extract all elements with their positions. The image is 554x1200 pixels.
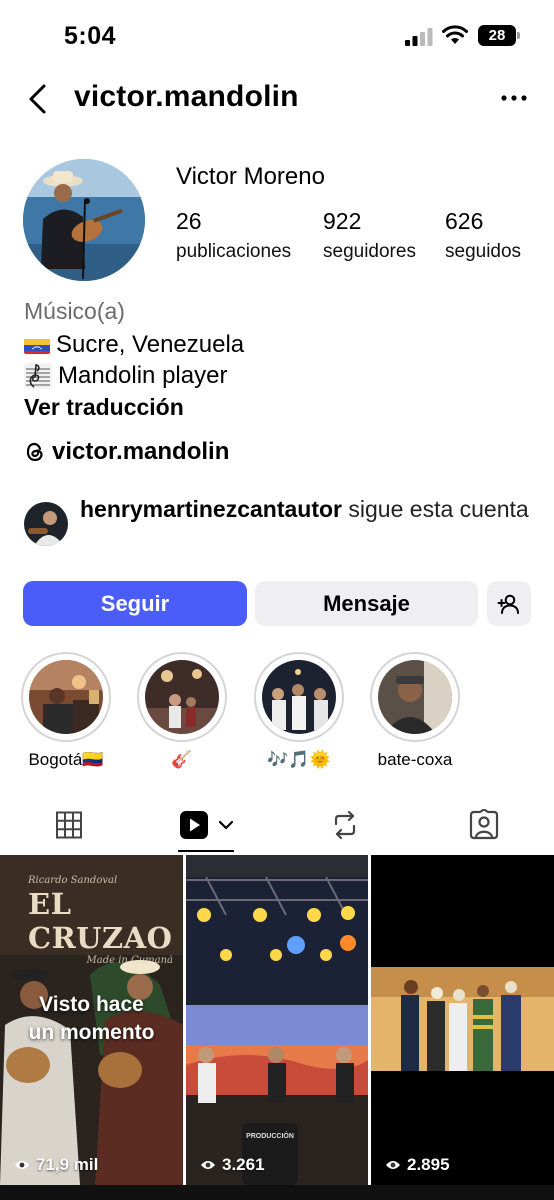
reel-poster-title: Ricardo Sandoval EL CRUZAO Made in Cuman… [28, 875, 183, 966]
story-highlight-bate-coxa[interactable]: bate-coxa [370, 652, 460, 770]
reel-thumbnail[interactable]: 2.895 [371, 855, 554, 1185]
venezuela-flag-icon [24, 336, 50, 354]
stat-followers-count: 922 [323, 208, 362, 234]
profile-header: victor.mandolin [0, 72, 554, 128]
see-translation-link[interactable]: Ver traducción [24, 394, 534, 421]
eye-icon [15, 1161, 29, 1169]
profile-category: Músico(a) [24, 298, 125, 324]
tab-reels[interactable] [138, 796, 276, 854]
cellular-signal-icon [405, 28, 433, 46]
followed-by-suffix: sigue esta cuenta [342, 496, 529, 522]
story-highlight-bogota[interactable]: Bogotá🇨🇴 [21, 652, 111, 770]
reel-thumbnail[interactable]: Ricardo Sandoval EL CRUZAO Made in Cuman… [0, 855, 183, 1185]
poster-artist: Ricardo Sandoval [28, 875, 118, 886]
view-count-value: 3.261 [222, 1155, 265, 1174]
followed-by-text: henrymartinezcantautor sigue esta cuenta [80, 494, 530, 525]
suggest-user-button[interactable] [487, 581, 531, 626]
highlight-label: bate-coxa [377, 750, 453, 769]
profile-tabs [0, 796, 554, 854]
threads-handle: victor.mandolin [52, 438, 230, 465]
stat-posts-count: 26 [176, 208, 202, 234]
follow-button[interactable]: Seguir [23, 581, 247, 626]
view-count: 2.895 [385, 1155, 450, 1175]
view-count-value: 71,9 mil [36, 1155, 99, 1174]
highlight-label: Bogotá🇨🇴 [28, 750, 104, 769]
stat-posts[interactable]: 26 publicaciones [176, 208, 291, 263]
eye-icon [201, 1161, 215, 1169]
reel-shirt-print: PRODUCCIÓN [246, 1133, 294, 1140]
add-person-icon [497, 594, 519, 614]
watched-overlay: Visto hace un momento [0, 991, 183, 1047]
avatar-photo [23, 159, 145, 281]
threads-icon [26, 442, 43, 462]
story-highlight-music[interactable]: 🎶🎵🌞 [254, 652, 344, 770]
more-options-icon[interactable] [498, 90, 530, 106]
page-title: victor.mandolin [74, 80, 299, 113]
poster-subtitle: Made in Cumaná [86, 955, 173, 966]
stat-following-count: 626 [445, 208, 484, 234]
status-bar: 5:04 28 [0, 0, 554, 72]
status-time: 5:04 [64, 22, 117, 50]
story-highlight-guitar[interactable]: 🎸 [137, 652, 227, 770]
reel-thumbnail[interactable]: 3.261 PRODUCCIÓN [186, 855, 368, 1185]
stat-posts-label: publicaciones [176, 241, 292, 262]
stat-following[interactable]: 626 seguidos [445, 208, 521, 263]
highlight-cover-image [29, 660, 103, 734]
stat-followers-label: seguidores [323, 241, 416, 262]
next-row-preview [0, 1185, 554, 1200]
highlight-cover-image [378, 660, 452, 734]
view-count-value: 2.895 [407, 1155, 450, 1174]
battery-icon: 28 [478, 25, 520, 46]
highlight-label: 🎸 [171, 750, 193, 769]
highlight-cover-image [145, 660, 219, 734]
grid-icon [56, 811, 82, 839]
profile-avatar[interactable] [23, 159, 145, 281]
follower-avatar [24, 502, 68, 546]
reels-icon [180, 811, 234, 839]
watched-overlay-line1: Visto hace [39, 993, 144, 1016]
bio-instrument-text: Mandolin player [58, 361, 228, 389]
watched-overlay-line2: un momento [28, 1021, 155, 1044]
stat-following-label: seguidos [445, 241, 522, 262]
tagged-person-icon [469, 809, 499, 840]
active-tab-indicator [178, 850, 234, 852]
battery-level: 28 [488, 27, 506, 44]
follower-username: henrymartinezcantautor [80, 496, 343, 522]
musical-score-icon [24, 362, 52, 389]
back-arrow-icon[interactable] [24, 82, 52, 116]
reels-grid: Ricardo Sandoval EL CRUZAO Made in Cuman… [0, 855, 554, 1200]
reel-cover-image [371, 855, 554, 1185]
tab-reposts[interactable] [276, 796, 414, 854]
tab-tagged[interactable] [414, 796, 554, 854]
view-count: 71,9 mil [14, 1155, 98, 1175]
bio-line-instrument: Mandolin player [24, 360, 534, 391]
highlight-cover-image [262, 660, 336, 734]
profile-bio: Músico(a) Sucre, Venezuela Mandolin play… [24, 298, 534, 421]
view-count: 3.261 [200, 1155, 265, 1175]
display-name: Victor Moreno [176, 163, 325, 190]
tab-posts-grid[interactable] [0, 796, 138, 854]
bio-location-text: Sucre, Venezuela [56, 330, 245, 358]
poster-title: EL CRUZAO [28, 887, 173, 955]
wifi-icon [442, 25, 468, 44]
threads-link[interactable]: victor.mandolin [24, 438, 229, 466]
eye-icon [386, 1161, 400, 1169]
stat-followers[interactable]: 922 seguidores [323, 208, 416, 263]
highlight-label: 🎶🎵🌞 [267, 750, 331, 769]
bio-line-location: Sucre, Venezuela [24, 329, 534, 360]
repost-icon [334, 810, 356, 840]
message-button[interactable]: Mensaje [255, 581, 478, 626]
